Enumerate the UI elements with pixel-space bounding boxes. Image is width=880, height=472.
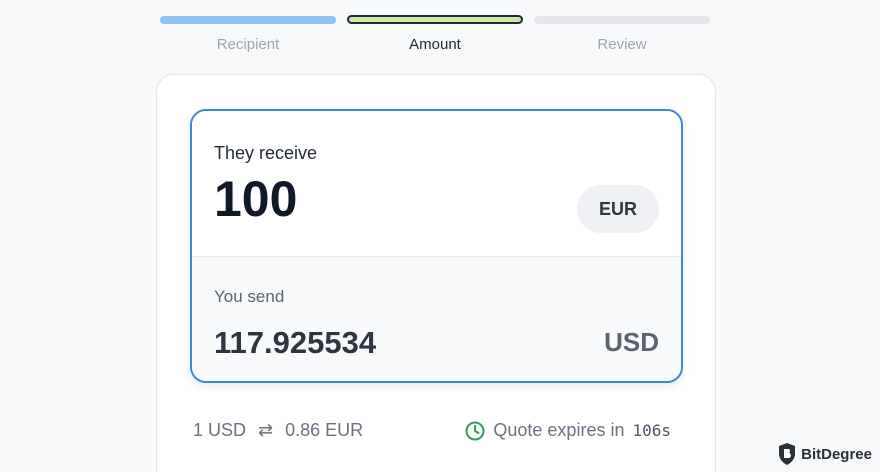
clock-icon <box>465 421 485 440</box>
quote-expiry: Quote expires in 106s <box>465 420 671 441</box>
quote-seconds: 106s <box>632 421 671 440</box>
step-amount[interactable]: Amount <box>347 15 523 53</box>
step-bar-review <box>534 16 710 24</box>
send-currency: USD <box>604 327 659 357</box>
step-label-amount: Amount <box>409 36 461 53</box>
step-label-review: Review <box>597 36 647 53</box>
progress-stepper: Recipient Amount Review <box>160 15 710 53</box>
send-label: You send <box>214 287 285 306</box>
step-bar-recipient <box>160 16 336 24</box>
bitdegree-watermark: BitDegree <box>777 442 872 466</box>
quote-expiry-text: Quote expires in <box>493 420 625 440</box>
step-review[interactable]: Review <box>534 16 710 53</box>
send-amount-input[interactable] <box>214 323 514 363</box>
bitdegree-shield-icon <box>779 443 796 465</box>
step-recipient[interactable]: Recipient <box>160 16 336 53</box>
swap-arrows-icon: ⇄ <box>258 420 274 440</box>
rate-to: 0.86 EUR <box>285 420 364 440</box>
exchange-rate: 1 USD ⇄ 0.86 EUR <box>193 420 363 441</box>
receive-currency-selector[interactable]: EUR <box>577 185 659 233</box>
watermark-text: BitDegree <box>801 445 872 463</box>
currency-converter: They receive EUR You send USD <box>190 109 683 383</box>
transfer-page: Recipient Amount Review They receive EUR… <box>0 0 880 472</box>
receive-section: They receive EUR <box>192 111 681 257</box>
amount-card: They receive EUR You send USD 1 USD ⇄ 0.… <box>156 74 716 472</box>
step-label-recipient: Recipient <box>216 36 280 53</box>
step-bar-amount <box>347 15 523 24</box>
receive-label: They receive <box>214 143 318 163</box>
send-section: You send USD <box>192 257 681 381</box>
rate-info-row: 1 USD ⇄ 0.86 EUR Quote expires in 106s <box>193 420 671 441</box>
receive-amount-input[interactable] <box>214 169 514 229</box>
rate-from: 1 USD <box>193 420 247 440</box>
